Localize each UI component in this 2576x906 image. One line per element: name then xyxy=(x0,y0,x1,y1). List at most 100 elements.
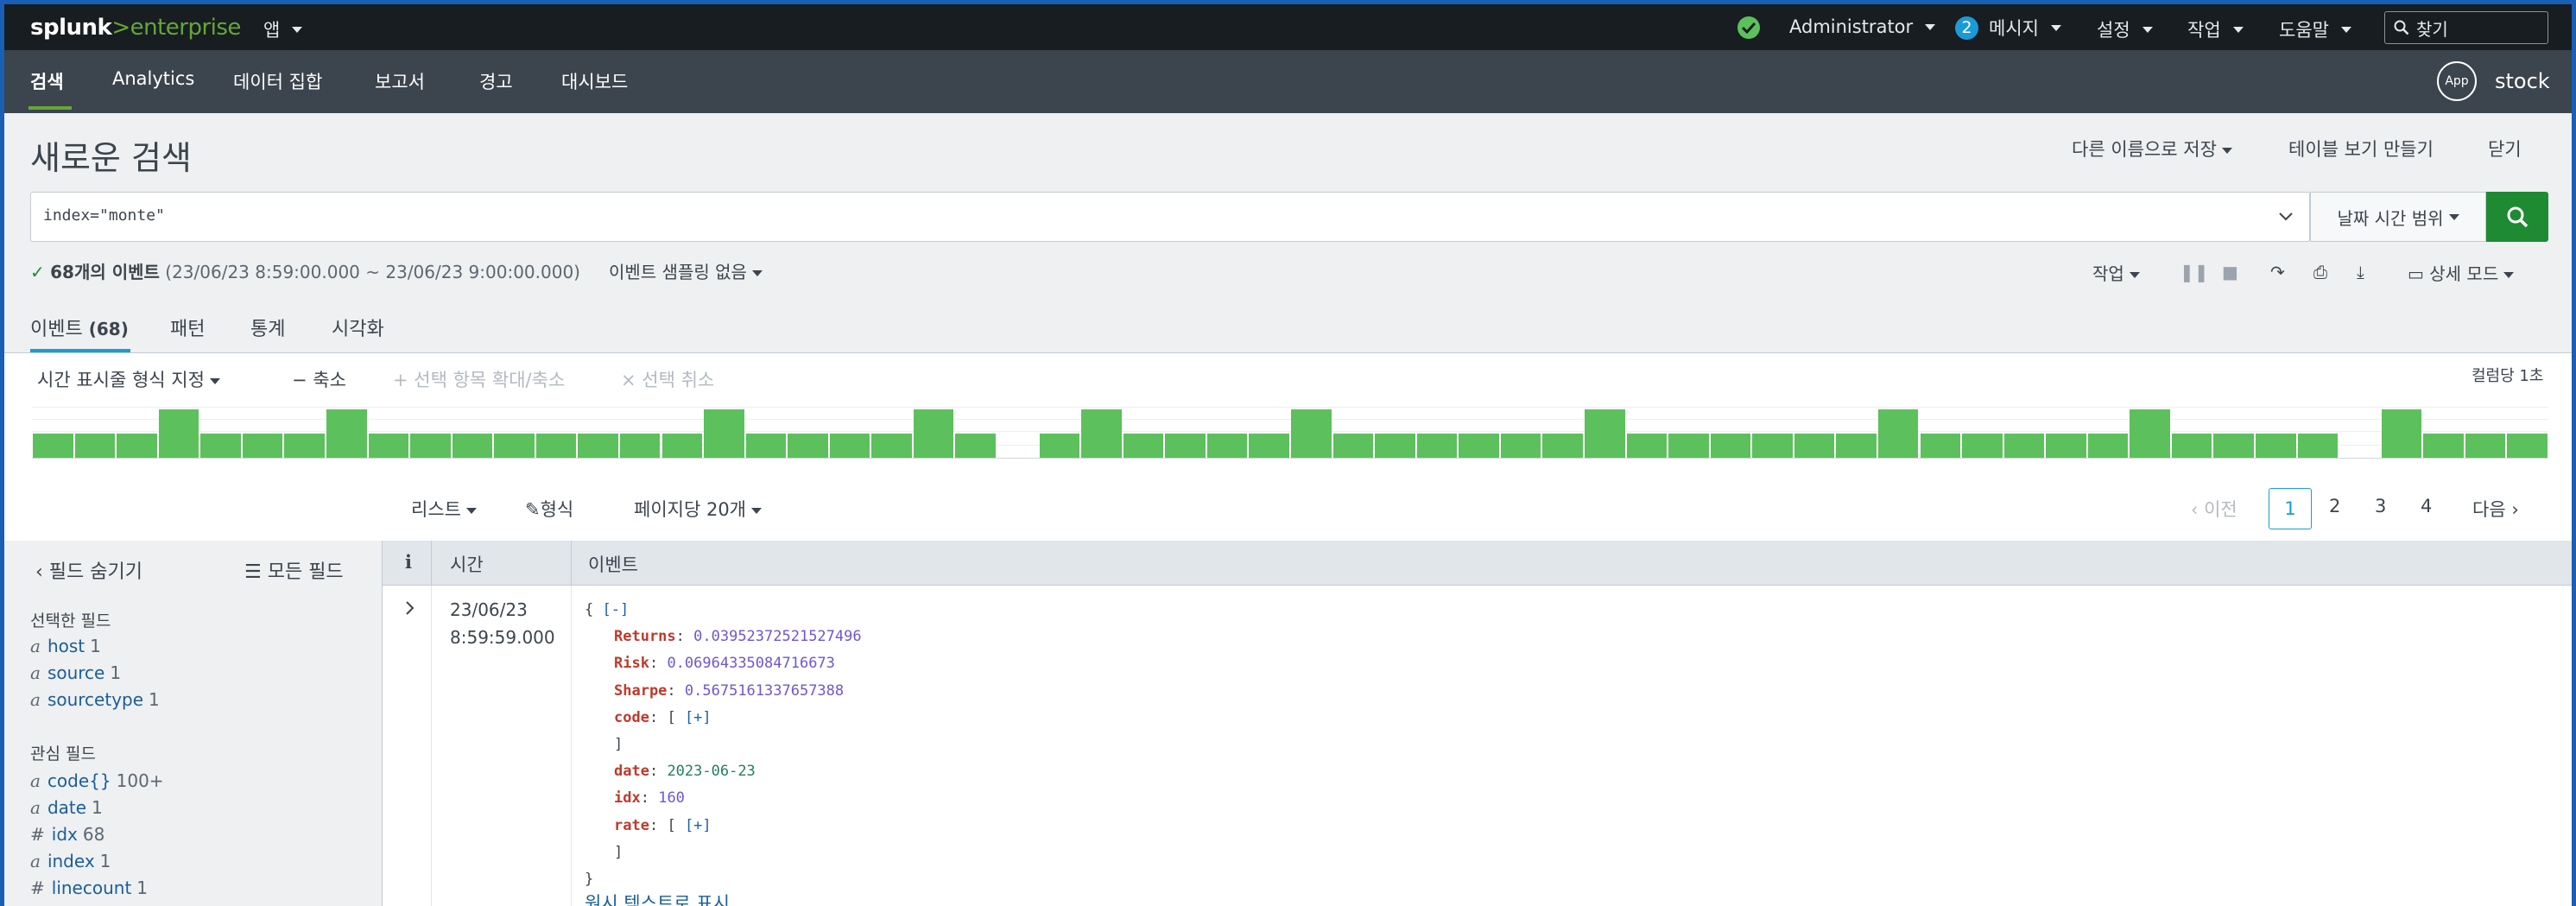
timeline-bar[interactable] xyxy=(2171,434,2212,458)
pause-icon[interactable]: ❚❚ xyxy=(2180,262,2209,282)
settings-menu[interactable]: 설정 xyxy=(2097,16,2153,42)
timeline-bar[interactable] xyxy=(1375,434,1415,458)
timeline-bar[interactable] xyxy=(1459,434,1499,458)
messages-menu[interactable]: 2 메시지 xyxy=(1955,15,2061,41)
field-index[interactable]: a index 1 xyxy=(30,851,111,871)
show-raw-text-link[interactable]: 원시 텍스트로 표시 xyxy=(585,890,730,906)
timeline-bar[interactable] xyxy=(2256,434,2296,458)
column-time-header[interactable]: 시간 xyxy=(450,551,484,577)
pager-page-2[interactable]: 2 xyxy=(2329,496,2340,516)
timeline-bar[interactable] xyxy=(2046,434,2086,458)
timeline-bar[interactable] xyxy=(2381,409,2422,458)
nav-reports[interactable]: 보고서 xyxy=(375,68,425,94)
hide-fields-button[interactable]: ‹ 필드 숨기기 xyxy=(35,556,142,584)
apps-menu[interactable]: 앱 xyxy=(263,16,303,42)
find-input[interactable]: 찾기 xyxy=(2384,11,2548,44)
field-code[interactable]: a code{} 100+ xyxy=(30,770,164,791)
deselect-button[interactable]: × 선택 취소 xyxy=(621,366,714,392)
timeline-bar[interactable] xyxy=(158,409,199,458)
timeline-bar[interactable] xyxy=(955,434,997,458)
nav-analytics[interactable]: Analytics xyxy=(112,68,194,89)
nav-alerts[interactable]: 경고 xyxy=(479,68,513,94)
timeline-bar[interactable] xyxy=(2507,434,2548,458)
format-button[interactable]: ✎형식 xyxy=(525,496,573,522)
print-icon[interactable]: ⎙ xyxy=(2313,262,2327,282)
timeline-bar[interactable] xyxy=(410,434,451,458)
timeline-bar[interactable] xyxy=(368,434,409,458)
timeline-bar[interactable] xyxy=(2465,434,2506,458)
timeline-bar[interactable] xyxy=(1081,409,1122,458)
pager-next[interactable]: 다음 › xyxy=(2472,496,2519,522)
save-as-menu[interactable]: 다른 이름으로 저장 xyxy=(2072,136,2232,162)
timeline-bar[interactable] xyxy=(535,434,577,458)
expand-toggle[interactable]: [+] xyxy=(685,709,712,726)
health-status-icon[interactable] xyxy=(1737,16,1760,39)
timeline-bar[interactable] xyxy=(1920,434,1961,458)
export-icon[interactable]: ⤓ xyxy=(2357,262,2364,282)
timeline-bar[interactable] xyxy=(871,434,912,458)
field-source[interactable]: a source 1 xyxy=(30,662,121,683)
timeline-bar[interactable] xyxy=(1584,409,1625,458)
collapse-toggle[interactable]: [-] xyxy=(603,601,630,618)
tab-patterns[interactable]: 패턴 xyxy=(170,314,205,341)
column-event-header[interactable]: 이벤트 xyxy=(588,551,638,577)
pager-page-3[interactable]: 3 xyxy=(2375,496,2386,516)
user-menu[interactable]: Administrator xyxy=(1789,16,1936,37)
timeline-format-menu[interactable]: 시간 표시줄 형식 지정 xyxy=(37,366,220,392)
field-host[interactable]: a host 1 xyxy=(30,636,101,656)
timeline-bar[interactable] xyxy=(1165,434,1206,458)
timeline-bar[interactable] xyxy=(619,434,661,458)
per-page-menu[interactable]: 페이지당 20개 xyxy=(634,496,762,522)
timeline-bar[interactable] xyxy=(284,434,325,458)
event-sampling-menu[interactable]: 이벤트 샘플링 없음 xyxy=(609,258,763,283)
timeline-bar[interactable] xyxy=(788,434,828,458)
chevron-right-icon[interactable] xyxy=(403,600,417,616)
timeline-bar[interactable] xyxy=(2130,409,2170,458)
tab-visualization[interactable]: 시각화 xyxy=(332,314,384,341)
timeline-bar[interactable] xyxy=(1668,434,1709,458)
timeline-bar[interactable] xyxy=(2003,434,2045,458)
expand-toggle[interactable]: [+] xyxy=(685,817,712,834)
timeline-bar[interactable] xyxy=(494,434,535,458)
close-link[interactable]: 닫기 xyxy=(2488,136,2522,162)
tab-statistics[interactable]: 통계 xyxy=(250,314,285,341)
share-icon[interactable]: ↷ xyxy=(2270,262,2285,282)
search-query-input[interactable]: index="monte" xyxy=(30,192,2310,242)
json-value[interactable]: 0.06964335084716673 xyxy=(667,655,834,672)
timeline-bar[interactable] xyxy=(242,434,283,458)
json-value[interactable]: 2023-06-23 xyxy=(667,763,755,780)
zoom-out-button[interactable]: − 축소 xyxy=(292,366,346,392)
timeline-bar[interactable] xyxy=(1332,434,1374,458)
timeline-bar[interactable] xyxy=(1794,434,1835,458)
timeline-bar[interactable] xyxy=(2423,434,2464,458)
timeline-bar[interactable] xyxy=(117,434,157,458)
timeline-bar[interactable] xyxy=(745,434,787,458)
json-value[interactable]: 0.5675161337657388 xyxy=(685,682,844,700)
stop-icon[interactable]: ■ xyxy=(2222,262,2238,282)
timeline-bar[interactable] xyxy=(1710,434,1751,458)
app-icon[interactable]: App xyxy=(2437,61,2477,101)
all-fields-button[interactable]: ☰ 모든 필드 xyxy=(244,556,344,584)
activity-menu[interactable]: 작업 xyxy=(2187,16,2244,42)
timeline-bar[interactable] xyxy=(578,434,618,458)
nav-datasets[interactable]: 데이터 집합 xyxy=(233,68,322,94)
splunk-logo[interactable]: splunk>enterprise xyxy=(30,15,241,41)
timeline-bar[interactable] xyxy=(1291,409,1332,458)
nav-dashboards[interactable]: 대시보드 xyxy=(561,68,628,94)
timeline-bar[interactable] xyxy=(2297,434,2339,458)
search-button[interactable] xyxy=(2486,192,2548,242)
field-linecount[interactable]: # linecount 1 xyxy=(30,877,148,898)
job-menu[interactable]: 작업 xyxy=(2092,260,2140,285)
timeline-bar[interactable] xyxy=(1039,434,1080,458)
chevron-down-icon[interactable] xyxy=(2278,205,2294,229)
field-idx[interactable]: # idx 68 xyxy=(30,824,104,845)
pager-page-1[interactable]: 1 xyxy=(2269,488,2312,529)
timeline-bar[interactable] xyxy=(1500,434,1541,458)
timeline-bar[interactable] xyxy=(1626,434,1668,458)
pager-page-4[interactable]: 4 xyxy=(2421,496,2432,516)
field-date[interactable]: a date 1 xyxy=(30,797,103,818)
timeline-bar[interactable] xyxy=(704,409,744,458)
timeline-bar[interactable] xyxy=(1249,434,1289,458)
field-sourcetype[interactable]: a sourcetype 1 xyxy=(30,689,160,710)
timeline-bar[interactable] xyxy=(1206,434,1248,458)
